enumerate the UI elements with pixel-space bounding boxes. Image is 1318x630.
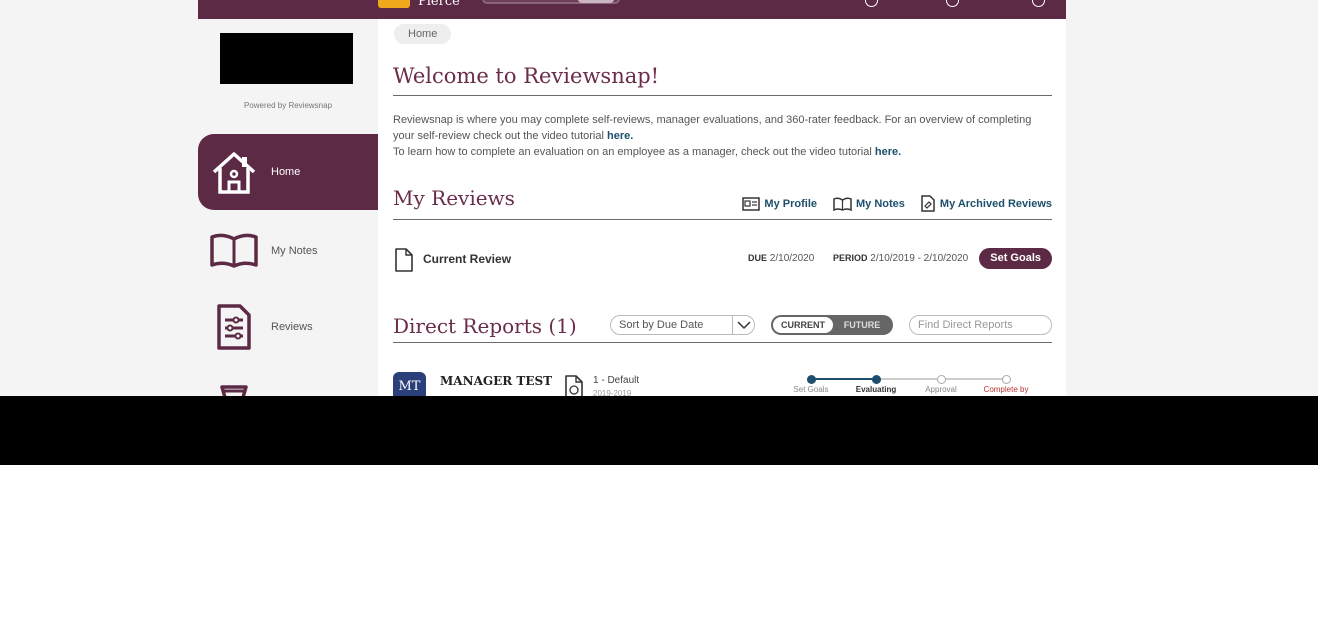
book-icon (833, 196, 852, 211)
set-goals-button[interactable]: Set Goals (979, 248, 1052, 269)
sort-value: Sort by Due Date (619, 319, 704, 331)
user-menu-icon[interactable] (1032, 0, 1045, 7)
review-period-sub: 2019-2019 (593, 389, 632, 396)
chevron-down-icon (732, 316, 754, 334)
review-period: PERIOD 2/10/2019 - 2/10/2020 (833, 253, 968, 264)
sidebar: Powered by Reviewsnap Home My Notes Revi… (198, 19, 378, 396)
direct-reports-divider (393, 342, 1052, 343)
my-reviews-title: My Reviews (393, 186, 515, 210)
sidebar-item-my-notes[interactable]: My Notes (198, 213, 378, 289)
step-label-set-goals: Set Goals (793, 385, 829, 394)
step-dot-approval (937, 375, 946, 384)
my-notes-link[interactable]: My Notes (833, 195, 905, 212)
employee-name[interactable]: MANAGER TEST (440, 374, 552, 388)
document-icon (565, 375, 583, 396)
sidebar-item-reviews[interactable]: Reviews (198, 289, 378, 365)
profile-card-icon (742, 196, 761, 211)
client-logo (220, 33, 353, 84)
powered-by-text: Powered by Reviewsnap (243, 101, 333, 110)
table-row[interactable]: MT MANAGER TEST 1 - Default 2019-2019 Se… (393, 372, 1052, 396)
top-bar: Pierce (198, 0, 1066, 19)
breadcrumb[interactable]: Home (394, 24, 452, 44)
sidebar-item-label: Home (271, 166, 301, 178)
due-value: 2/10/2020 (769, 253, 815, 264)
step-dot-set-goals (807, 375, 816, 384)
my-reviews-divider (393, 219, 1052, 220)
review-progress-tracker: Set Goals Evaluating Approval Complete b… (789, 372, 1028, 396)
direct-reports-title: Direct Reports (1) (393, 314, 577, 338)
app-window: Pierce Powered by Reviewsnap Home My Not… (0, 0, 1318, 396)
step-label-complete-by: Complete by (983, 385, 1029, 394)
due-label: DUE (748, 253, 768, 263)
company-logo-icon[interactable] (378, 0, 410, 8)
intro-line-1: Reviewsnap is where you may complete sel… (393, 114, 1032, 142)
step-label-evaluating: Evaluating (855, 385, 897, 394)
avatar[interactable]: MT (393, 372, 426, 396)
my-notes-label: My Notes (856, 197, 905, 210)
book-icon (208, 225, 260, 277)
redaction-bar (0, 396, 1318, 465)
period-value: 2/10/2019 - 2/10/2020 (870, 253, 969, 264)
my-archived-reviews-label: My Archived Reviews (939, 197, 1052, 210)
step-dot-evaluating (872, 375, 881, 384)
step-label-approval: Approval (925, 385, 957, 394)
my-profile-link[interactable]: My Profile (742, 195, 817, 212)
sidebar-item-label: Reviews (271, 321, 313, 333)
brand-name: Pierce (418, 0, 460, 9)
my-archived-reviews-link[interactable]: My Archived Reviews (921, 195, 1052, 212)
current-review-row[interactable]: Current Review DUE 2/10/2020 PERIOD 2/10… (393, 247, 1052, 273)
sidebar-item-label: My Notes (271, 245, 318, 257)
help-icon[interactable] (865, 0, 878, 7)
search-knob (578, 0, 614, 3)
toggle-current[interactable]: CURRENT (773, 317, 833, 333)
current-review-name[interactable]: Current Review (423, 252, 511, 266)
period-label: PERIOD (833, 253, 868, 263)
top-search-field[interactable] (482, 0, 620, 4)
trophy-icon (208, 377, 260, 396)
find-direct-reports-input[interactable] (909, 315, 1052, 335)
settings-icon[interactable] (946, 0, 959, 7)
page-title: Welcome to Reviewsnap! (393, 64, 660, 88)
step-dot-complete (1002, 375, 1011, 384)
sort-dropdown[interactable]: Sort by Due Date (610, 315, 755, 335)
manager-tutorial-link[interactable]: here. (875, 146, 901, 158)
main-content: Home Welcome to Reviewsnap! Reviewsnap i… (378, 19, 1066, 396)
intro-line-2: To learn how to complete an evaluation o… (393, 146, 875, 158)
title-divider (393, 95, 1052, 96)
sidebar-item-goals[interactable] (198, 365, 378, 396)
review-doc-icon (208, 301, 260, 353)
review-name[interactable]: 1 - Default (593, 375, 639, 386)
progress-line-done (811, 378, 876, 380)
toggle-future[interactable]: FUTURE (833, 317, 891, 333)
archive-doc-icon (921, 195, 935, 212)
sidebar-item-home[interactable]: Home (198, 134, 378, 210)
self-review-tutorial-link[interactable]: here. (607, 130, 633, 142)
quick-links: My Profile My Notes My Archived Reviews (742, 195, 1052, 212)
due-date: DUE 2/10/2020 (748, 253, 814, 264)
my-profile-label: My Profile (764, 197, 817, 210)
intro-text: Reviewsnap is where you may complete sel… (393, 112, 1048, 160)
current-future-toggle[interactable]: CURRENT FUTURE (771, 315, 893, 335)
document-icon (395, 248, 413, 272)
home-icon (208, 146, 260, 198)
